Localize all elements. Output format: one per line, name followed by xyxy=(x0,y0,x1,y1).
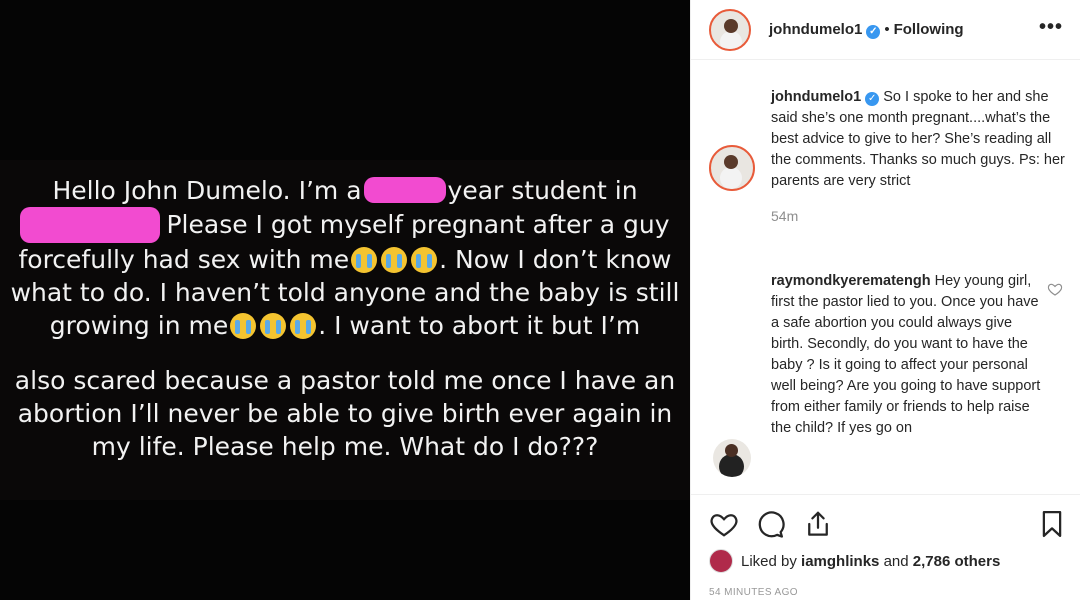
crying-emoji-icon xyxy=(230,313,257,339)
share-icon[interactable] xyxy=(803,509,833,539)
message-line-6: also scared because a pastor told me onc… xyxy=(14,366,676,395)
comment-icon[interactable] xyxy=(755,509,785,539)
commenter-username[interactable]: raymondkyerematengh xyxy=(771,273,931,289)
message-line-4: what to do. I haven’t told anyone and th… xyxy=(10,278,680,307)
likes-count[interactable]: 2,786 others xyxy=(913,553,1001,570)
heart-icon[interactable] xyxy=(709,509,739,539)
liker-avatar[interactable] xyxy=(709,549,733,573)
post-actions: Liked by iamghlinks and 2,786 others 54 … xyxy=(691,494,1080,600)
caption-time[interactable]: 54m xyxy=(771,208,1069,224)
message-line-7: abortion I’ll never be able to give birt… xyxy=(17,399,673,428)
likes-summary[interactable]: Liked by iamghlinks and 2,786 others xyxy=(709,549,1000,573)
crying-emoji-icon xyxy=(351,247,378,273)
more-options-icon[interactable]: ••• xyxy=(1039,16,1063,39)
author-username[interactable]: johndumelo1 ✓ xyxy=(769,21,881,39)
redaction-mark xyxy=(20,207,161,243)
comments-section[interactable]: johndumelo1 ✓ So I spoke to her and she s… xyxy=(691,61,1080,494)
redaction-mark xyxy=(363,177,446,203)
crying-emoji-icon xyxy=(290,313,317,339)
commenter-avatar[interactable] xyxy=(713,439,751,477)
separator-dot: • xyxy=(884,21,890,38)
crying-emoji-icon xyxy=(260,313,287,339)
message-line-5: growing in me. I want to abort it but I’… xyxy=(49,311,641,340)
verified-badge-icon: ✓ xyxy=(866,24,881,39)
caption-username[interactable]: johndumelo1 xyxy=(771,89,861,105)
comment-text: raymondkyerematengh Hey young girl, firs… xyxy=(771,273,1041,436)
author-avatar[interactable] xyxy=(709,8,751,51)
message-line-2: Please I got myself pregnant after a guy xyxy=(0,207,690,243)
post-timestamp[interactable]: 54 MINUTES AGO xyxy=(709,587,798,598)
crying-emoji-icon xyxy=(411,247,438,273)
bookmark-icon[interactable] xyxy=(1037,509,1067,539)
post-sidebar: johndumelo1 ✓ • Following ••• johndumelo1… xyxy=(690,0,1080,600)
post-image[interactable]: Hello John Dumelo. I’m a year student in … xyxy=(0,0,690,600)
caption-avatar[interactable] xyxy=(709,145,755,191)
verified-badge-icon: ✓ xyxy=(865,92,880,106)
message-line-3: forcefully had sex with me. Now I don’t … xyxy=(18,245,672,274)
caption-text: johndumelo1 ✓ So I spoke to her and she s… xyxy=(771,89,1065,189)
comment-item: raymondkyerematengh Hey young girl, firs… xyxy=(709,271,1069,477)
post-caption: johndumelo1 ✓ So I spoke to her and she s… xyxy=(709,87,1069,224)
like-comment-heart-icon[interactable] xyxy=(1047,281,1063,297)
post-header: johndumelo1 ✓ • Following ••• xyxy=(691,0,1080,60)
following-button[interactable]: Following xyxy=(894,21,964,38)
message-line-8: my life. Please help me. What do I do??? xyxy=(91,432,599,461)
message-text: Hello John Dumelo. I’m a year student in … xyxy=(0,174,690,463)
liker-username[interactable]: iamghlinks xyxy=(801,553,879,570)
crying-emoji-icon xyxy=(381,247,408,273)
message-line-1: Hello John Dumelo. I’m a year student in xyxy=(52,176,638,205)
